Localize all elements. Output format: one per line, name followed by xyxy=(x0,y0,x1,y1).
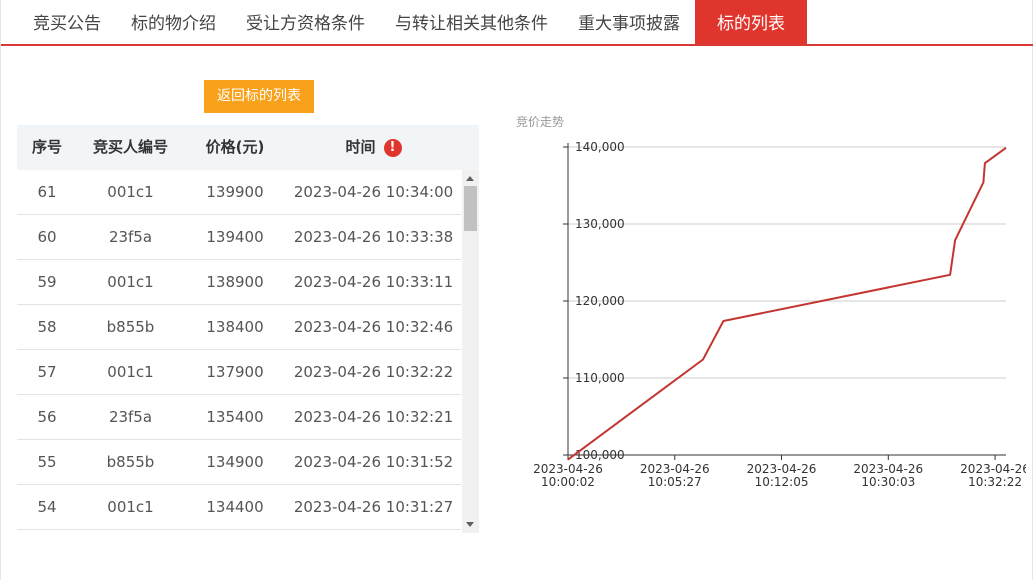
chart-title: 竞价走势 xyxy=(516,115,564,129)
cell-bidder: 001c1 xyxy=(107,498,154,516)
x-tick-time: 10:05:27 xyxy=(648,475,702,489)
x-tick-time: 10:32:22 xyxy=(968,475,1022,489)
table-row: 61 001c1 139900 2023-04-26 10:34:00 xyxy=(17,170,461,215)
cell-time: 2023-04-26 10:31:52 xyxy=(293,453,454,471)
cell-bidder: 001c1 xyxy=(107,363,154,381)
tab-auction-notice[interactable]: 竞买公告 xyxy=(1,0,116,44)
cell-price: 139400 xyxy=(206,228,264,246)
x-tick-date: 2023-04-26 xyxy=(640,462,710,476)
x-tick-date: 2023-04-26 xyxy=(960,462,1026,476)
cell-bidder: 23f5a xyxy=(108,408,153,426)
bid-table: 序号 竞买人编号 价格(元) 时间 ! 61 001c1 139900 2023-04… xyxy=(17,125,479,533)
header-time-cell: 时间 ! xyxy=(286,125,461,170)
cell-time: 2023-04-26 10:33:11 xyxy=(293,273,454,291)
tab-other-conditions[interactable]: 与转让相关其他条件 xyxy=(380,0,563,44)
cell-price: 135400 xyxy=(206,408,264,426)
tab-subject-intro[interactable]: 标的物介绍 xyxy=(116,0,231,44)
scroll-down-arrow-icon[interactable] xyxy=(466,522,474,527)
tab-subject-list[interactable]: 标的列表 xyxy=(695,0,807,44)
price-trend-chart: 竞价走势 100,000 110,000 120,000 130,000 140,000 2… xyxy=(506,110,1030,500)
cell-price: 139900 xyxy=(206,183,264,201)
y-tick-label: 120,000 xyxy=(575,294,625,308)
x-tick-date: 2023-04-26 xyxy=(853,462,923,476)
cell-no: 60 xyxy=(37,228,57,246)
cell-price: 138400 xyxy=(206,318,264,336)
x-tick-time: 10:30:03 xyxy=(861,475,915,489)
cell-no: 59 xyxy=(37,273,57,291)
back-to-list-button[interactable]: 返回标的列表 xyxy=(204,80,314,113)
scrollbar-thumb[interactable] xyxy=(464,186,477,231)
cell-time: 2023-04-26 10:32:21 xyxy=(293,408,454,426)
cell-price: 134400 xyxy=(206,498,264,516)
table-row: 60 23f5a 139400 2023-04-26 10:33:38 xyxy=(17,215,461,260)
cell-price: 138900 xyxy=(206,273,264,291)
tab-transferee-qualification[interactable]: 受让方资格条件 xyxy=(231,0,380,44)
x-tick-date: 2023-04-26 xyxy=(533,462,603,476)
x-tick-time: 10:12:05 xyxy=(755,475,809,489)
header-bidder: 竞买人编号 xyxy=(92,138,168,156)
page: 竞买公告 标的物介绍 受让方资格条件 与转让相关其他条件 重大事项披露 标的列表… xyxy=(0,0,1033,580)
cell-price: 134900 xyxy=(206,453,264,471)
cell-no: 55 xyxy=(37,453,57,471)
price-series-line xyxy=(567,146,1007,461)
table-header: 序号 竞买人编号 价格(元) 时间 ! xyxy=(17,125,479,170)
table-row: 56 23f5a 135400 2023-04-26 10:32:21 xyxy=(17,395,461,440)
cell-bidder: b855b xyxy=(106,318,155,336)
table-scrollbar[interactable] xyxy=(462,170,479,533)
x-tick-time: 10:00:02 xyxy=(541,475,595,489)
cell-bidder: 001c1 xyxy=(107,273,154,291)
cell-time: 2023-04-26 10:34:00 xyxy=(293,183,454,201)
warning-icon[interactable]: ! xyxy=(383,138,402,157)
x-tick-date: 2023-04-26 xyxy=(747,462,817,476)
table-row: 58 b855b 138400 2023-04-26 10:32:46 xyxy=(17,305,461,350)
cell-time: 2023-04-26 10:32:22 xyxy=(293,363,454,381)
tab-bar: 竞买公告 标的物介绍 受让方资格条件 与转让相关其他条件 重大事项披露 标的列表 xyxy=(1,0,1033,46)
scroll-up-arrow-icon[interactable] xyxy=(466,176,474,181)
cell-no: 61 xyxy=(37,183,57,201)
y-tick-label: 110,000 xyxy=(575,371,625,385)
cell-no: 56 xyxy=(37,408,57,426)
table-row: 55 b855b 134900 2023-04-26 10:31:52 xyxy=(17,440,461,485)
cell-no: 57 xyxy=(37,363,57,381)
header-time: 时间 xyxy=(345,138,376,156)
table-row: 54 001c1 134400 2023-04-26 10:31:27 xyxy=(17,485,461,530)
cell-time: 2023-04-26 10:31:27 xyxy=(293,498,454,516)
tab-major-disclosure[interactable]: 重大事项披露 xyxy=(563,0,695,44)
cell-time: 2023-04-26 10:32:46 xyxy=(293,318,454,336)
cell-bidder: 001c1 xyxy=(107,183,154,201)
table-body[interactable]: 61 001c1 139900 2023-04-26 10:34:00 60 23f5a 1… xyxy=(17,170,461,533)
header-price: 价格(元) xyxy=(205,138,265,156)
cell-price: 137900 xyxy=(206,363,264,381)
table-row: 57 001c1 137900 2023-04-26 10:32:22 xyxy=(17,350,461,395)
chart-svg: 竞价走势100,000110,000120,000130,000140,0002… xyxy=(516,115,1030,489)
cell-bidder: b855b xyxy=(106,453,155,471)
y-tick-label: 130,000 xyxy=(575,217,625,231)
cell-no: 54 xyxy=(37,498,57,516)
table-row: 59 001c1 138900 2023-04-26 10:33:11 xyxy=(17,260,461,305)
cell-bidder: 23f5a xyxy=(108,228,153,246)
y-tick-label: 140,000 xyxy=(575,140,625,154)
cell-no: 58 xyxy=(37,318,57,336)
cell-time: 2023-04-26 10:33:38 xyxy=(293,228,454,246)
header-no: 序号 xyxy=(31,138,62,156)
